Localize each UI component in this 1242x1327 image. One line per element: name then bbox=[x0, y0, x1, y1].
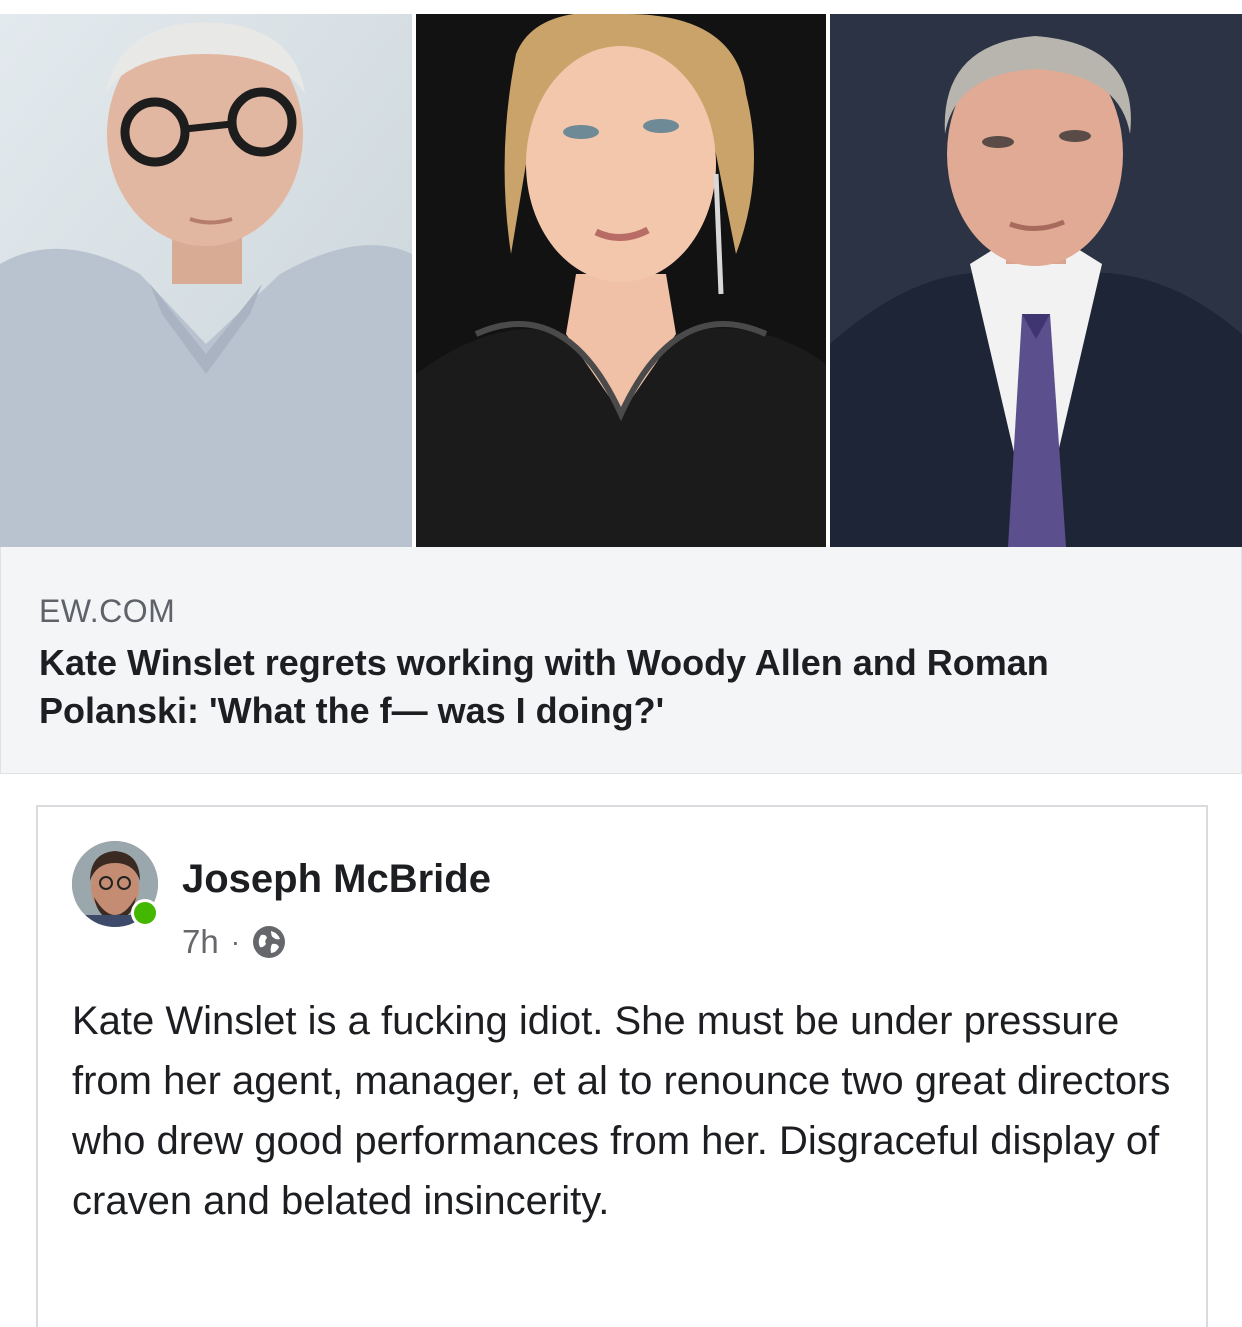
photo-right bbox=[830, 14, 1242, 547]
globe-icon[interactable] bbox=[252, 925, 286, 959]
meta-separator: · bbox=[230, 926, 241, 957]
post-meta: 7h · bbox=[182, 923, 286, 961]
post-text: Kate Winslet is a fucking idiot. She mus… bbox=[72, 999, 1171, 1223]
link-preview-card[interactable]: EW.COM Kate Winslet regrets working with… bbox=[0, 0, 1242, 775]
online-status-indicator bbox=[131, 899, 159, 927]
photo-left bbox=[0, 14, 412, 547]
photo-center bbox=[416, 14, 826, 547]
link-domain: EW.COM bbox=[39, 593, 176, 629]
post-author[interactable]: Joseph McBride bbox=[182, 857, 491, 902]
post-card: Joseph McBride 7h · Kate Winslet is a fu… bbox=[36, 805, 1208, 1327]
link-headline[interactable]: Kate Winslet regrets working with Woody … bbox=[39, 639, 1189, 735]
post-timestamp[interactable]: 7h bbox=[182, 923, 219, 961]
photo-strip[interactable] bbox=[0, 14, 1242, 547]
link-caption[interactable]: EW.COM Kate Winslet regrets working with… bbox=[0, 547, 1242, 774]
